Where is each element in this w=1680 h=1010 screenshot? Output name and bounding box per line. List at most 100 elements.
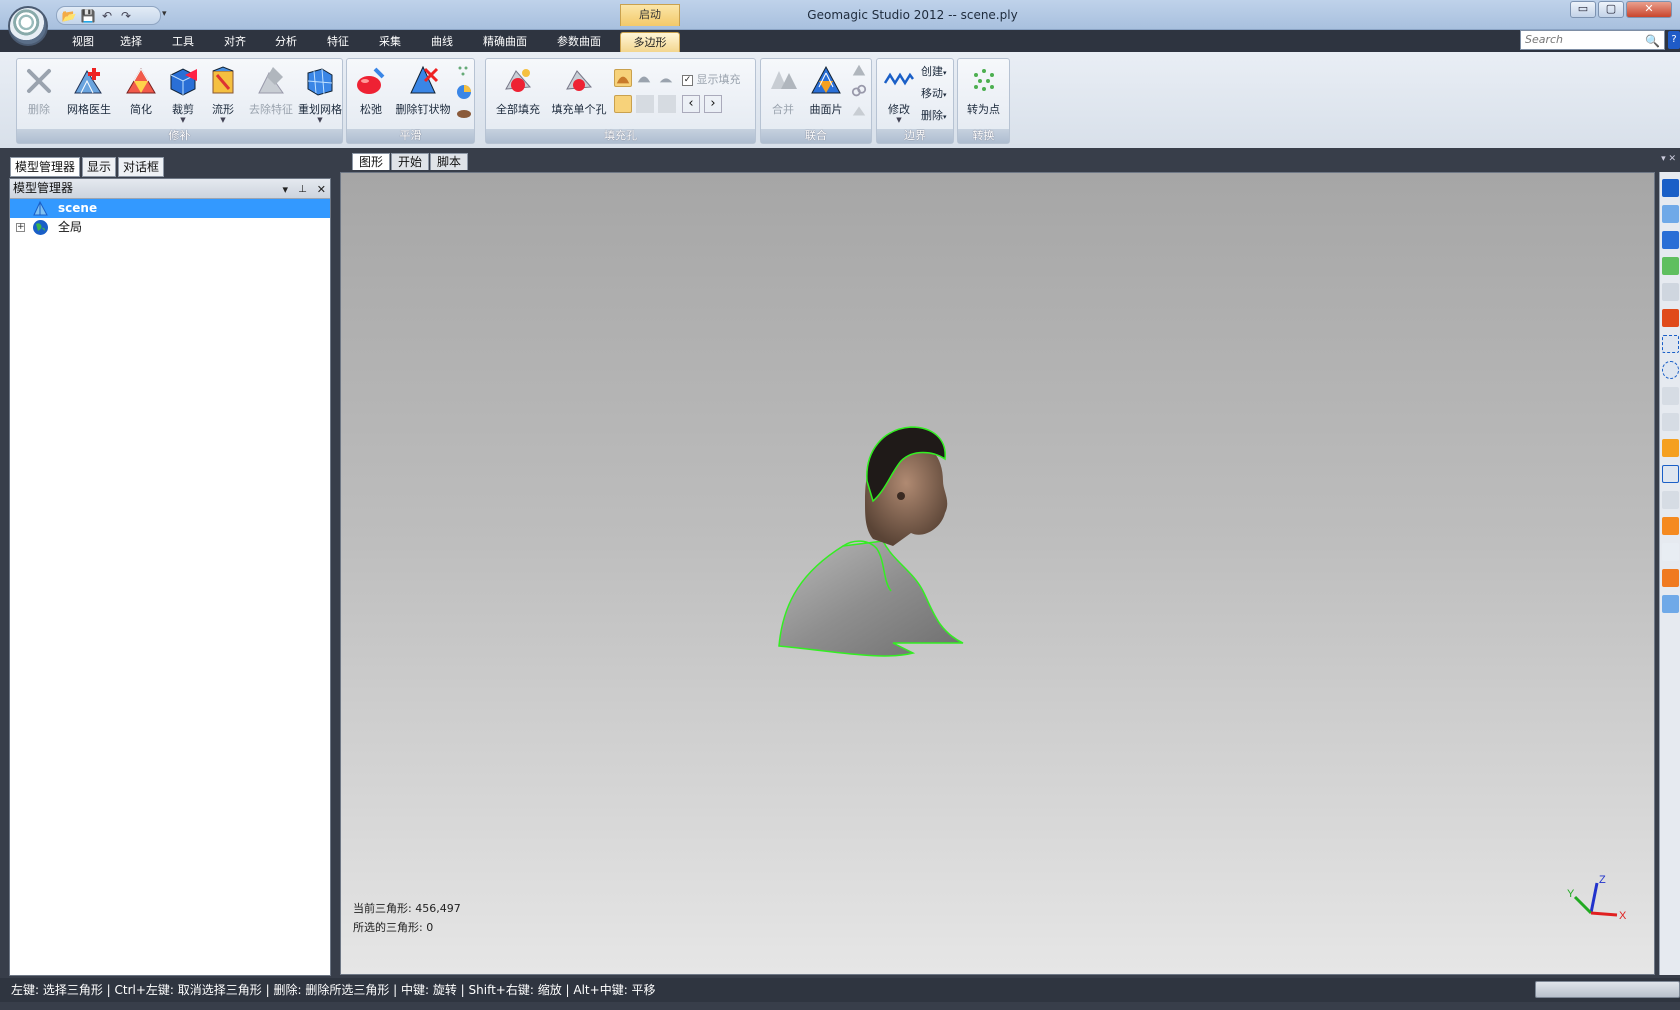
fill-tangent-icon[interactable] [636,69,654,87]
link-icon[interactable] [851,83,869,101]
shading-icon[interactable] [1662,309,1679,327]
tab-analysis[interactable]: 分析 [265,32,307,52]
trim-dropdown-icon[interactable]: ▼ [161,117,205,124]
combine-small-icon-3[interactable] [851,103,869,121]
fill-flat-icon[interactable] [658,69,676,87]
select-connected-icon[interactable] [1662,569,1679,587]
tab-capture[interactable]: 采集 [369,32,411,52]
fill-bridge-icon[interactable] [658,95,676,113]
group-label-repair: 修补 [17,129,342,143]
tab-polygons[interactable]: 多边形 [620,32,680,52]
tree-item-scene[interactable]: scene [10,199,330,218]
tab-start[interactable]: 开始 [391,153,430,170]
status-scrollbar[interactable] [1535,981,1680,998]
scan-mesh-model[interactable] [773,421,1003,691]
brush-icon[interactable] [455,103,473,121]
fill-all-button[interactable]: 全部填充 [488,63,548,125]
merge-button[interactable]: 合并 [763,63,803,125]
tab-script[interactable]: 脚本 [430,153,469,170]
view-cube-icon[interactable] [1662,179,1679,197]
delete-button[interactable]: 删除 [19,63,59,125]
move-boundary-button[interactable]: 移动▾ [921,85,947,101]
fill-complete-icon[interactable] [614,95,632,113]
line-select-icon[interactable] [1662,387,1679,405]
remesh-icon [307,68,333,96]
convert-to-points-button[interactable]: 转为点 [958,63,1009,125]
remove-features-button[interactable]: 去除特征 [243,63,299,125]
tab-parametric-surfaces[interactable]: 参数曲面 [547,32,611,52]
fill-single-button[interactable]: 填充单个孔 [548,63,610,125]
sandpaper-icon[interactable] [455,63,473,81]
search-icon[interactable]: 🔍 [1645,32,1660,50]
remesh-button[interactable]: 重划网格 ▼ [295,63,345,125]
zoom-icon[interactable] [1662,283,1679,301]
previous-hole-icon[interactable]: ‹ [682,95,700,113]
maximize-button[interactable]: ▢ [1598,1,1624,18]
smooth-ball-icon[interactable] [455,83,473,101]
remove-features-label: 去除特征 [249,103,293,116]
fill-curvature-icon[interactable] [614,69,632,87]
help-button[interactable]: ? [1668,31,1680,49]
tab-exact-surfaces[interactable]: 精确曲面 [473,32,537,52]
minimize-button[interactable]: ▭ [1570,1,1596,18]
polyline-select-icon[interactable] [1662,465,1679,483]
status-bar: 左键: 选择三角形 | Ctrl+左键: 取消选择三角形 | 删除: 删除所选三… [0,978,1680,1002]
tab-align[interactable]: 对齐 [214,32,256,52]
remesh-dropdown-icon[interactable]: ▼ [295,117,345,124]
dock-tabs: 模型管理器 显示 对话框 [10,157,165,177]
trim-button[interactable]: 裁剪 ▼ [161,63,205,125]
rotate-icon[interactable] [1662,205,1679,223]
tab-features[interactable]: 特征 [317,32,359,52]
tab-dialog[interactable]: 对话框 [118,157,165,177]
tab-view[interactable]: 视图 [62,32,104,52]
delete-dropdown-icon: ▾ [943,113,947,121]
mesh-doctor-button[interactable]: 网格医生 [59,63,119,125]
create-dropdown-icon: ▾ [943,69,947,77]
search-input[interactable]: Search 🔍 [1520,30,1665,50]
tree-item-global[interactable]: + 全局 [10,218,330,237]
axis-y-label: Y [1567,888,1575,900]
fit-view-icon[interactable] [1662,231,1679,249]
select-visible-icon[interactable] [1662,517,1679,535]
deselect-icon[interactable] [1662,595,1679,613]
remove-spikes-button[interactable]: 删除钉状物 [393,63,453,125]
tab-display[interactable]: 显示 [82,157,117,177]
next-hole-icon[interactable]: › [704,95,722,113]
decimate-button[interactable]: 简化 [119,63,163,125]
graphics-viewport[interactable]: 当前三角形: 456,497 所选的三角形: 0 Z Y X [340,172,1655,975]
select-all-icon[interactable] [1662,543,1679,561]
modify-dropdown-icon[interactable]: ▼ [879,117,919,124]
fill-single-icon [566,70,593,91]
combine-small-icon-1[interactable] [851,63,869,81]
tab-curves[interactable]: 曲线 [421,32,463,52]
pin-icon[interactable]: ⊥ [298,180,307,199]
axis-z-label: Z [1599,874,1606,886]
tab-graphics[interactable]: 图形 [352,153,391,170]
lighting-icon[interactable] [1662,257,1679,275]
relax-button[interactable]: 松弛 [349,63,393,125]
collapse-ribbon-icon[interactable]: ▾ ✕ [1661,154,1676,164]
panel-menu-icon[interactable]: ▾ [283,180,289,199]
patch-button[interactable]: 曲面片 [803,63,849,125]
tree-label-global: 全局 [58,220,83,234]
tab-model-manager[interactable]: 模型管理器 [10,157,81,177]
expand-icon[interactable]: + [16,223,25,232]
application-menu-button[interactable] [8,6,48,46]
tab-tools[interactable]: 工具 [162,32,204,52]
show-fill-checkbox[interactable]: ✓ 显示填充 [682,71,741,87]
trim-label: 裁剪 [172,103,194,116]
custom-region-icon[interactable] [1662,439,1679,457]
panel-close-icon[interactable]: ✕ [317,180,326,199]
tab-select[interactable]: 选择 [110,32,152,52]
paint-select-icon[interactable] [1662,413,1679,431]
create-boundary-button[interactable]: 创建▾ [921,63,947,79]
delete-boundary-button[interactable]: 删除▾ [921,107,947,123]
rectangle-select-icon[interactable] [1662,335,1679,353]
close-button[interactable]: ✕ [1626,1,1672,18]
select-through-icon[interactable] [1662,491,1679,509]
manifold-dropdown-icon[interactable]: ▼ [201,117,245,124]
modify-boundary-button[interactable]: 修改 ▼ [879,63,919,125]
manifold-button[interactable]: 流形 ▼ [201,63,245,125]
lasso-select-icon[interactable] [1662,361,1679,379]
fill-edge-icon[interactable] [636,95,654,113]
